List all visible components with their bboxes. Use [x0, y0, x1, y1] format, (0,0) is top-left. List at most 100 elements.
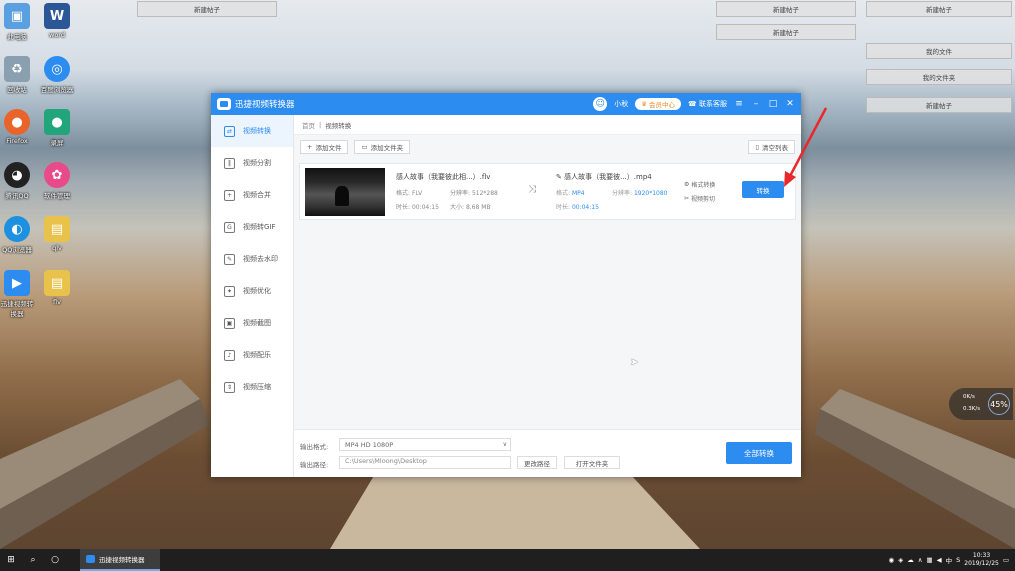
- plus-icon: +: [307, 143, 313, 151]
- sidebar-item-video-optimize[interactable]: ✦ 视频优化: [211, 275, 293, 307]
- add-file-button[interactable]: + 添加文件: [300, 140, 349, 154]
- qq-penguin-icon: ◕: [4, 162, 30, 188]
- search-icon[interactable]: ⌕: [22, 549, 44, 571]
- video-thumbnail[interactable]: [305, 168, 385, 216]
- sidebar-item-video-convert[interactable]: ⇄ 视频转换: [211, 115, 293, 147]
- format-convert-option[interactable]: ⚙ 格式转换: [684, 180, 715, 189]
- taskbar-app-video-converter[interactable]: 迅捷视频转换器: [80, 549, 160, 571]
- desktop-icon-video-converter[interactable]: ▶ 迅捷视频转换器: [0, 270, 34, 318]
- desktop-icon-recycle-bin[interactable]: ♻ 回收站: [0, 56, 34, 94]
- folder-icon: ▭: [361, 143, 368, 151]
- add-folder-button[interactable]: ▭ 添加文件夹: [354, 140, 411, 154]
- source-duration: 00:04:15: [411, 204, 439, 211]
- sidebar-item-video-split[interactable]: ‖ 视频分割: [211, 147, 293, 179]
- watermark-icon: ✎: [224, 253, 235, 265]
- output-file-name[interactable]: ✎ 感人故事（我要彼...）.mp4: [556, 172, 652, 182]
- volume-icon[interactable]: ◀: [937, 556, 942, 564]
- qq-browser-icon: ◐: [4, 216, 30, 242]
- desktop-icon-software-manager[interactable]: ✿ 软件管理: [40, 162, 74, 200]
- firefox-icon: ●: [4, 109, 30, 135]
- output-settings-bar: 输出格式: MP4 HD 1080P ∨ 输出路径: C:\Users\Mloon…: [294, 429, 801, 477]
- output-resolution: 1920*1080: [633, 190, 668, 197]
- desktop-icon-word[interactable]: W word: [40, 3, 74, 39]
- network-speed-widget[interactable]: 0K/s 0.3K/s 45%: [949, 388, 1013, 420]
- compress-icon: ⇕: [224, 381, 235, 393]
- taskbar: ⊞ ⌕ ○ 迅捷视频转换器 ◉ ◈ ☁ ∧ ▦ ◀ 中 S 10:33 2019/…: [0, 549, 1015, 571]
- desktop-post-widget[interactable]: 新建帖子: [866, 1, 1012, 17]
- desktop-post-widget[interactable]: 我的文件: [866, 43, 1012, 59]
- chat-icon: ☎: [688, 100, 697, 108]
- desktop-icon-baidu-browser[interactable]: ◎ 百度浏览器: [40, 56, 74, 94]
- sidebar-item-video-compress[interactable]: ⇕ 视频压缩: [211, 371, 293, 403]
- desktop-icon-recorder[interactable]: ● 录屏: [40, 109, 74, 147]
- baidu-browser-icon: ◎: [44, 56, 70, 82]
- convert-button[interactable]: 转换: [742, 181, 784, 198]
- menu-icon[interactable]: ≡: [734, 99, 744, 109]
- breadcrumb-home[interactable]: 首页: [302, 120, 315, 130]
- recorder-icon: ●: [44, 109, 70, 135]
- user-name[interactable]: 小秋: [614, 99, 628, 109]
- desktop-icon-flv-file[interactable]: ▤ flv: [40, 270, 74, 306]
- convert-icon: ⇄: [224, 125, 235, 137]
- upload-speed: 0K/s: [963, 394, 975, 400]
- task-view-icon[interactable]: ○: [44, 549, 66, 571]
- breadcrumb: 首页 | 视频转换: [294, 115, 801, 135]
- file-icon: ▤: [44, 270, 70, 296]
- video-converter-window: 迅捷视频转换器 ☺ 小秋 ♛ 会员中心 ☎ 联系客服 ≡ – □ ✕ ⇄ 视频转换 …: [211, 93, 801, 477]
- source-file-name: 感人故事（我要彼此相...）.flv: [396, 173, 491, 181]
- change-path-button[interactable]: 更改路径: [517, 456, 557, 469]
- user-avatar-icon[interactable]: ☺: [593, 97, 608, 111]
- desktop-icon-qq-browser[interactable]: ◐ QQ浏览器: [0, 216, 34, 254]
- ime-indicator[interactable]: 中: [946, 555, 953, 565]
- notification-icon[interactable]: ▭: [1003, 556, 1009, 564]
- vip-center-button[interactable]: ♛ 会员中心: [635, 98, 682, 110]
- scissors-icon: ✂: [684, 195, 690, 202]
- breadcrumb-separator: |: [319, 120, 322, 129]
- desktop-post-widget[interactable]: 新建帖子: [866, 97, 1012, 113]
- network-icon[interactable]: ▦: [926, 556, 932, 564]
- maximize-icon[interactable]: □: [768, 99, 778, 109]
- crown-icon: ♛: [641, 100, 648, 108]
- open-folder-button[interactable]: 打开文件夹: [564, 456, 620, 469]
- sidebar-item-video-screenshot[interactable]: ▣ 视频截图: [211, 307, 293, 339]
- annotation-arrow: [784, 107, 828, 187]
- output-format-select[interactable]: MP4 HD 1080P ∨: [339, 438, 511, 451]
- desktop-icon-firefox[interactable]: ● Firefox: [0, 109, 34, 145]
- desktop-post-widget[interactable]: 新建帖子: [716, 24, 856, 40]
- output-path-field[interactable]: C:\Users\Mloong\Desktop: [339, 456, 511, 469]
- contact-service-button[interactable]: ☎ 联系客服: [688, 99, 727, 109]
- clock[interactable]: 10:33 2019/12/25: [964, 552, 999, 568]
- convert-all-button[interactable]: 全部转换: [726, 442, 792, 464]
- desktop-icon-this-pc[interactable]: ▣ 此电脑: [0, 3, 34, 41]
- title-bar[interactable]: 迅捷视频转换器 ☺ 小秋 ♛ 会员中心 ☎ 联系客服 ≡ – □ ✕: [211, 93, 801, 115]
- sidebar-item-video-to-gif[interactable]: G 视频转GIF: [211, 211, 293, 243]
- sidebar-item-video-merge[interactable]: + 视频合并: [211, 179, 293, 211]
- tray-shield-icon[interactable]: ◈: [898, 556, 903, 564]
- sidebar-item-remove-watermark[interactable]: ✎ 视频去水印: [211, 243, 293, 275]
- source-format: FLV: [411, 190, 423, 197]
- sidebar: ⇄ 视频转换 ‖ 视频分割 + 视频合并 G 视频转GIF ✎ 视频去水印 ✦ 视频优化 ▣…: [211, 115, 294, 477]
- desktop-icon-qlv-file[interactable]: ▤ qlv: [40, 216, 74, 252]
- settings-icon: ⚙: [684, 181, 690, 188]
- tray-chevron-up-icon[interactable]: ∧: [918, 556, 923, 564]
- file-list-item[interactable]: 感人故事（我要彼此相...）.flv 格式: FLV 分辨率: 512*288 …: [299, 163, 796, 220]
- app-logo-icon: [217, 98, 231, 110]
- recycle-bin-icon: ♻: [4, 56, 30, 82]
- memory-percent: 45%: [988, 393, 1010, 415]
- desktop-icon-qq[interactable]: ◕ 腾讯QQ: [0, 162, 34, 200]
- output-format-label: 输出格式:: [300, 443, 329, 451]
- tray-cloud-icon[interactable]: ☁: [907, 556, 914, 564]
- video-clip-option[interactable]: ✂ 视频剪切: [684, 194, 715, 203]
- sidebar-item-video-music[interactable]: ♪ 视频配乐: [211, 339, 293, 371]
- main-panel: 首页 | 视频转换 + 添加文件 ▭ 添加文件夹 ▯ 清空列表 感人故事（我要彼此相.…: [294, 115, 801, 477]
- chevron-down-icon: ∨: [502, 441, 507, 448]
- desktop-post-widget[interactable]: 新建帖子: [716, 1, 856, 17]
- desktop-post-widget[interactable]: 新建帖子: [137, 1, 277, 17]
- desktop-post-widget[interactable]: 我的文件夹: [866, 69, 1012, 85]
- music-icon: ♪: [224, 349, 235, 361]
- tray-app-icon[interactable]: ◉: [889, 556, 895, 564]
- minimize-icon[interactable]: –: [751, 99, 761, 109]
- windows-start-icon[interactable]: ⊞: [0, 549, 22, 571]
- trash-icon: ▯: [755, 143, 759, 151]
- tray-input-icon[interactable]: S: [956, 556, 960, 564]
